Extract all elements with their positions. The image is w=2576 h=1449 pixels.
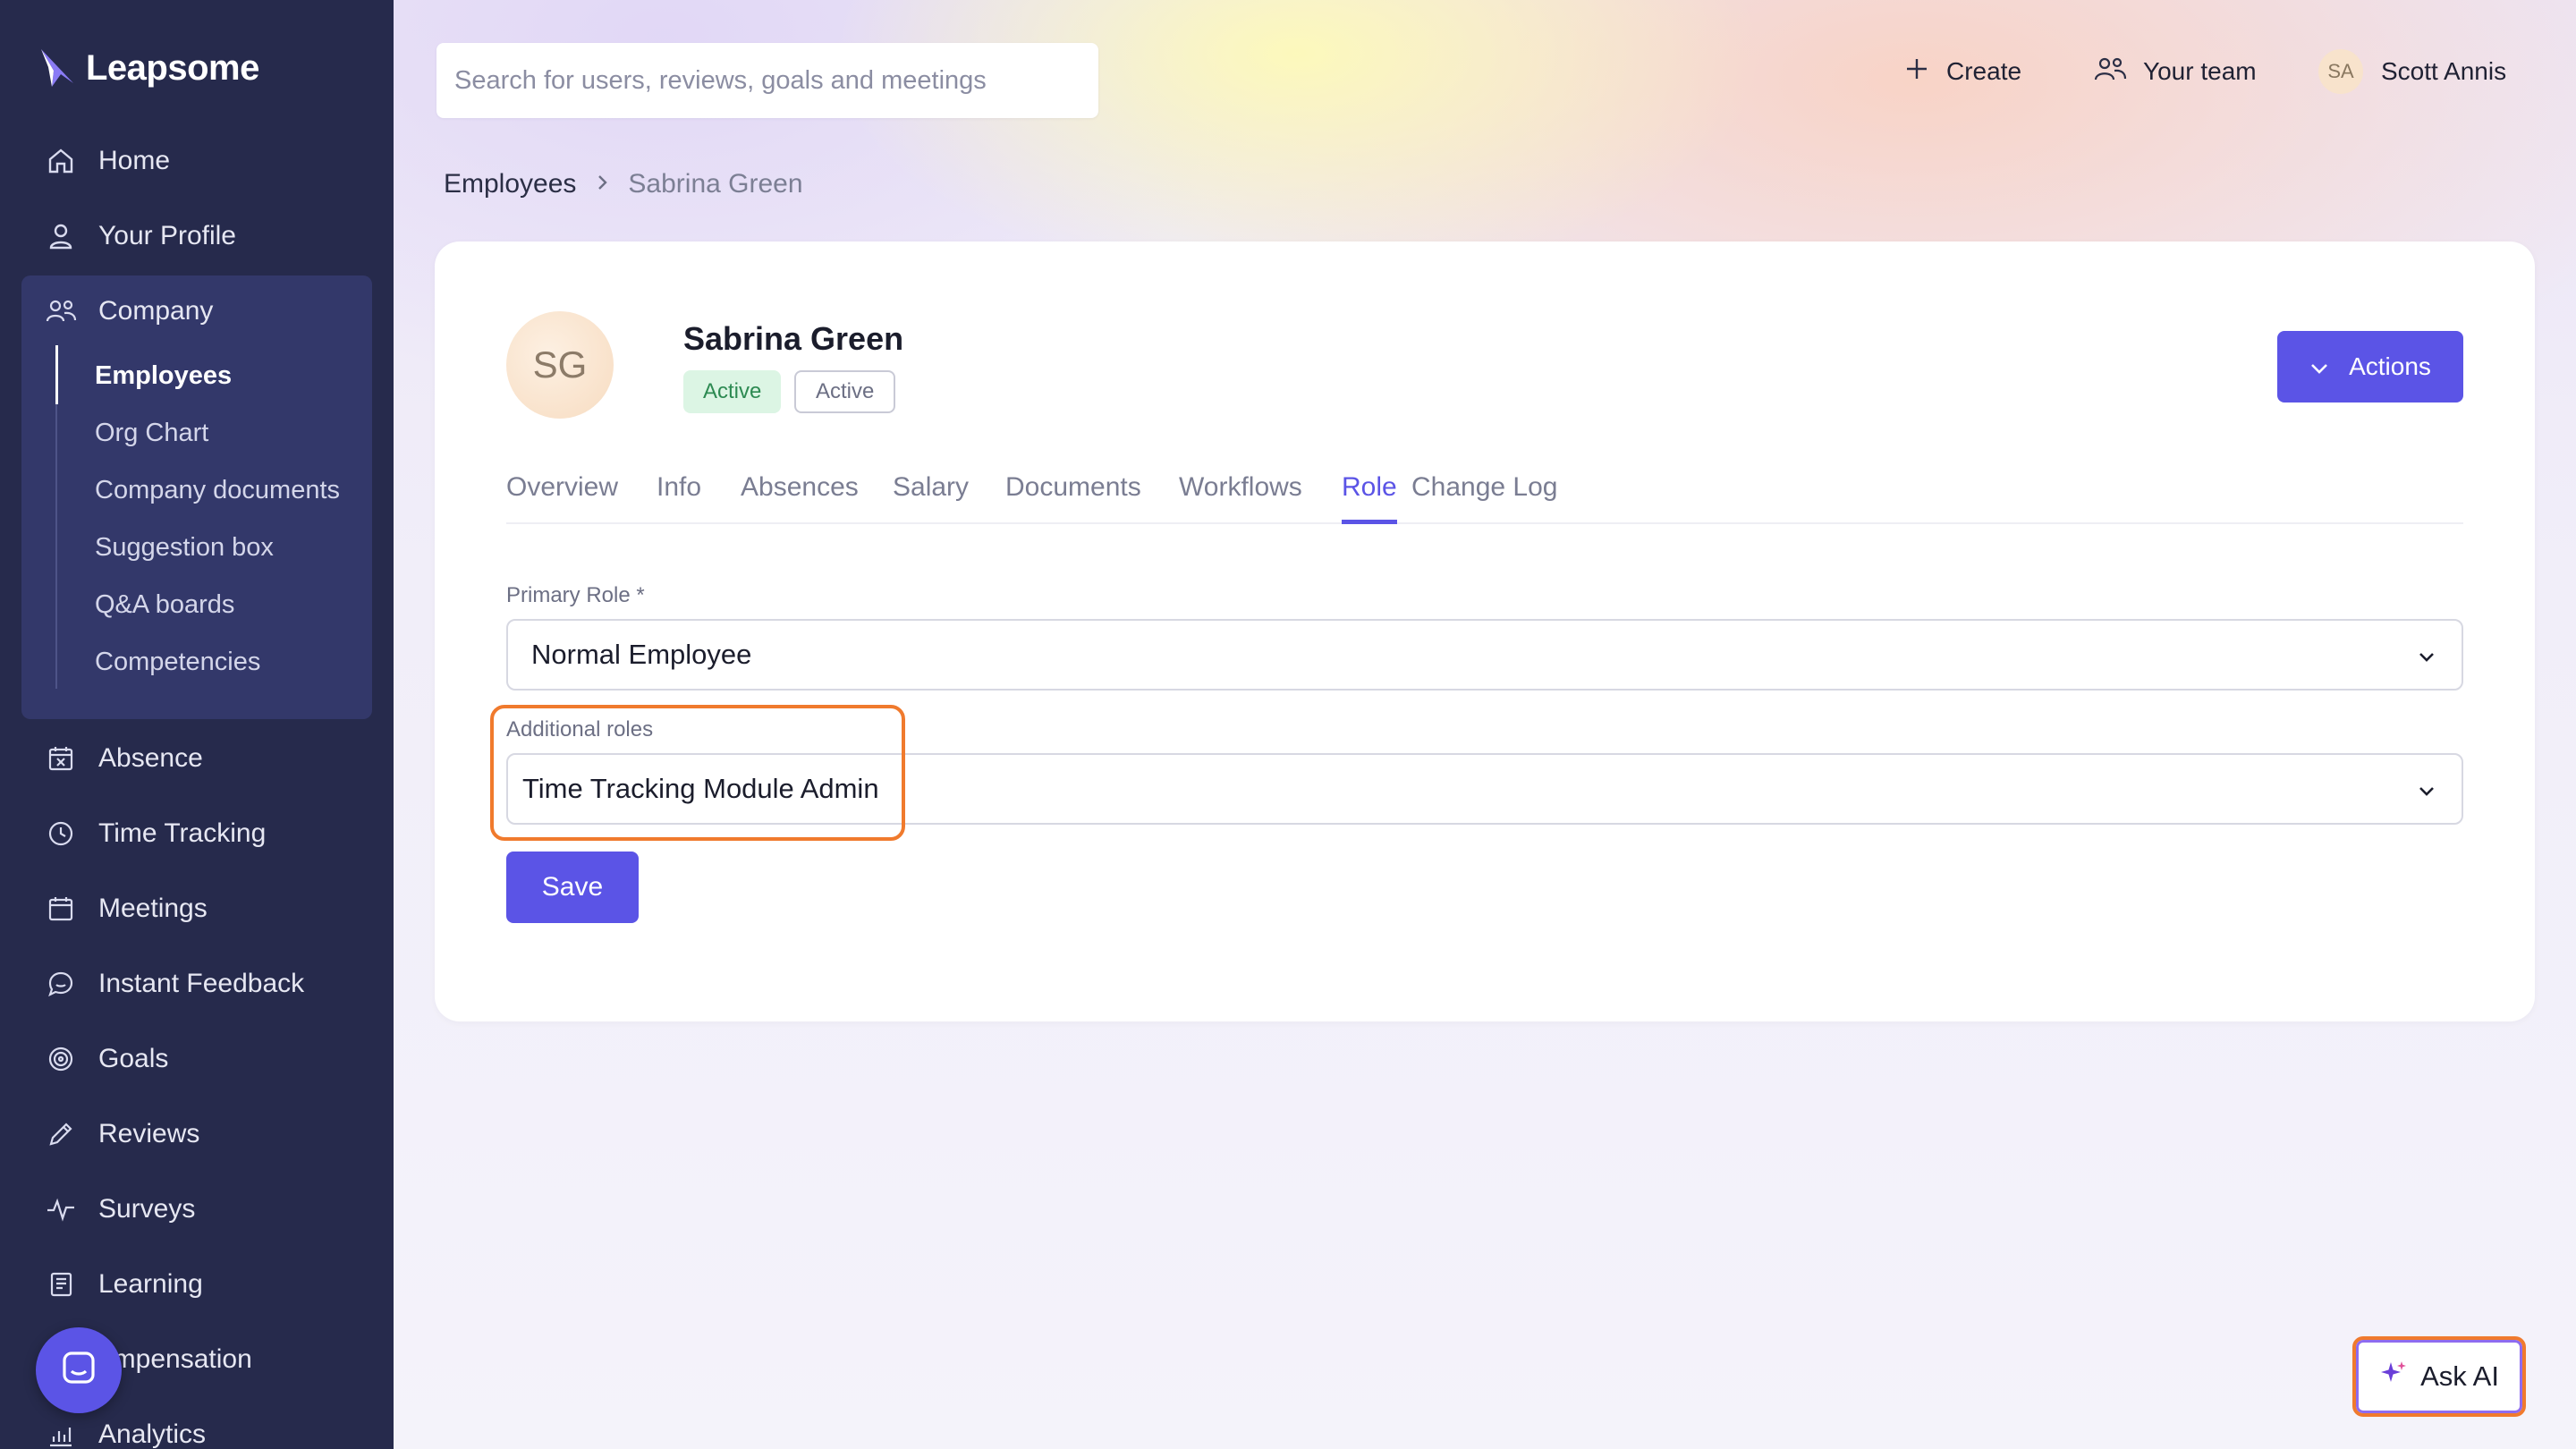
sidebar-item-label: Instant Feedback <box>98 969 305 998</box>
tab-role[interactable]: Role <box>1342 469 1397 524</box>
pencil-icon <box>45 1118 77 1150</box>
primary-role-label: Primary Role * <box>506 583 645 607</box>
sidebar-item-learning[interactable]: Learning <box>45 1259 203 1309</box>
breadcrumb-employees[interactable]: Employees <box>444 169 576 199</box>
book-icon <box>45 1268 77 1301</box>
sidebar-item-time-tracking[interactable]: Time Tracking <box>45 809 266 859</box>
users-icon <box>45 295 77 327</box>
tab-info[interactable]: Info <box>657 469 701 524</box>
ask-ai-button[interactable]: Ask AI <box>2352 1336 2526 1417</box>
clock-icon <box>45 818 77 850</box>
sidebar-item-label: Analytics <box>98 1419 207 1449</box>
main-content: Create Your team SA Scott Annis Employee… <box>394 0 2576 1449</box>
leapsome-logo[interactable]: Leapsome <box>39 43 259 93</box>
tab-documents[interactable]: Documents <box>1005 469 1141 524</box>
support-chat-button[interactable] <box>36 1327 122 1413</box>
sidebar-subitem-qa-boards[interactable]: Q&A boards <box>95 583 234 626</box>
sidebar-item-absence[interactable]: Absence <box>45 733 203 784</box>
leapsome-logo-icon <box>39 47 77 89</box>
sidebar: Leapsome Home Your Profile Company Emplo… <box>0 0 394 1449</box>
sidebar-item-surveys[interactable]: Surveys <box>45 1184 195 1234</box>
ask-ai-label: Ask AI <box>2420 1360 2499 1392</box>
brand-name: Leapsome <box>86 47 259 88</box>
sidebar-item-company[interactable]: Company <box>45 286 213 336</box>
team-icon <box>2093 55 2127 89</box>
sidebar-item-label: Goals <box>98 1044 169 1073</box>
your-team-label: Your team <box>2143 57 2257 85</box>
sidebar-item-label: Company <box>98 296 214 326</box>
avatar: SA <box>2318 49 2363 94</box>
chevron-right-icon <box>594 169 610 199</box>
chevron-down-icon <box>2415 778 2438 810</box>
actions-label: Actions <box>2349 352 2431 380</box>
sidebar-item-label: Your Profile <box>98 221 236 250</box>
chevron-down-icon <box>2309 352 2329 381</box>
search-input[interactable] <box>436 43 1098 118</box>
sidebar-subitem-competencies[interactable]: Competencies <box>95 640 260 683</box>
actions-button[interactable]: Actions <box>2277 331 2463 402</box>
create-button[interactable]: Create <box>1903 47 2021 97</box>
tabs-bar: Overview Info Absences Salary Documents … <box>506 469 2463 524</box>
sidebar-item-label: Reviews <box>98 1119 200 1148</box>
tab-salary[interactable]: Salary <box>893 469 969 524</box>
sidebar-item-reviews[interactable]: Reviews <box>45 1109 199 1159</box>
tab-change-log[interactable]: Change Log <box>1411 469 1557 524</box>
sidebar-item-label: Home <box>98 146 171 175</box>
user-icon <box>45 220 77 252</box>
sidebar-subitem-suggestion-box[interactable]: Suggestion box <box>95 526 274 569</box>
save-button[interactable]: Save <box>506 852 639 923</box>
additional-roles-select[interactable]: Time Tracking Module Admin <box>506 753 2463 825</box>
home-icon <box>45 145 77 177</box>
submenu-active-indicator <box>55 345 58 404</box>
your-team-button[interactable]: Your team <box>2093 47 2257 97</box>
primary-role-value: Normal Employee <box>531 639 752 670</box>
sidebar-item-goals[interactable]: Goals <box>45 1034 168 1084</box>
sparkle-icon <box>2379 1359 2408 1394</box>
target-icon <box>45 1043 77 1075</box>
plus-icon <box>1903 55 1930 89</box>
sidebar-subitem-employees[interactable]: Employees <box>95 354 232 397</box>
chart-icon <box>45 1419 77 1449</box>
calendar-icon <box>45 893 77 925</box>
sidebar-item-label: Absence <box>98 743 203 773</box>
chevron-down-icon <box>2415 644 2438 676</box>
primary-role-select[interactable]: Normal Employee <box>506 619 2463 691</box>
employee-name: Sabrina Green <box>683 320 904 357</box>
sidebar-subitem-org-chart[interactable]: Org Chart <box>95 411 208 454</box>
sidebar-item-meetings[interactable]: Meetings <box>45 884 208 934</box>
sidebar-item-analytics[interactable]: Analytics <box>45 1410 206 1449</box>
pulse-icon <box>45 1193 77 1225</box>
sidebar-item-label: Surveys <box>98 1194 196 1224</box>
employee-card: SG Sabrina Green Active Active Actions O… <box>435 242 2535 1021</box>
chat-widget-icon <box>59 1349 98 1393</box>
breadcrumb: Employees Sabrina Green <box>444 163 803 206</box>
tab-workflows[interactable]: Workflows <box>1179 469 1302 524</box>
sidebar-item-label: Time Tracking <box>98 818 267 848</box>
chat-icon <box>45 968 77 1000</box>
sidebar-item-label: Learning <box>98 1269 203 1299</box>
additional-roles-value: Time Tracking Module Admin <box>522 773 879 804</box>
status-badge: Active <box>683 370 782 413</box>
breadcrumb-current: Sabrina Green <box>628 169 803 199</box>
additional-roles-label: Additional roles <box>506 717 654 741</box>
tab-overview[interactable]: Overview <box>506 469 618 524</box>
employee-avatar: SG <box>506 311 614 419</box>
user-menu[interactable]: SA Scott Annis <box>2318 47 2506 97</box>
calendar-x-icon <box>45 742 77 775</box>
sidebar-item-label: Meetings <box>98 894 208 923</box>
create-label: Create <box>1946 57 2022 85</box>
sidebar-subitem-company-documents[interactable]: Company documents <box>95 469 340 512</box>
sidebar-item-instant-feedback[interactable]: Instant Feedback <box>45 959 304 1009</box>
sidebar-item-your-profile[interactable]: Your Profile <box>45 211 236 261</box>
status-badge-secondary: Active <box>794 370 896 413</box>
sidebar-item-home[interactable]: Home <box>45 136 170 186</box>
tab-absences[interactable]: Absences <box>741 469 859 524</box>
user-name: Scott Annis <box>2381 57 2507 85</box>
